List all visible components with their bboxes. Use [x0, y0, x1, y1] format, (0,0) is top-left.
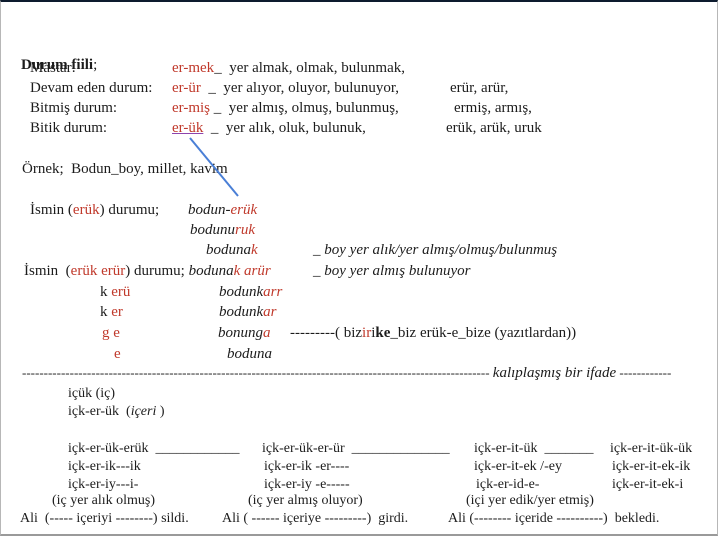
case1-word: bodun-erük [188, 202, 258, 218]
col3-line-4: Ali (-------- içeride ----------) bekled… [448, 511, 660, 526]
case2-form-3: bonunga [218, 325, 271, 341]
icuk-line-1: içük (iç) [68, 386, 116, 401]
case2-form-4: boduna [227, 346, 272, 362]
col2-head: içk-er-ük-er-ür ______________ [262, 441, 450, 456]
col3-line-3: (içi yer edik/yer etmiş) [466, 493, 594, 508]
col4-line-1: içk-er-it-ek-ik [612, 459, 691, 474]
case2-heading: İsmin (erük erür) durumu; bodunak arür [24, 263, 271, 279]
case2-left-4: e [114, 346, 121, 362]
bonunga-note: ---------( bizirike_biz erük-e_bize (yaz… [290, 325, 577, 341]
col1-line-3: (iç yer alık olmuş) [52, 493, 156, 508]
divider-line: ----------------------------------------… [22, 365, 672, 381]
case2-form-2: bodunkar [219, 304, 277, 320]
col1-line-4: Ali (----- içeriyi --------) sildi. [20, 511, 189, 526]
slide: Durum fiili; Mastar: er-mek_ yer almak, … [0, 0, 720, 540]
case1-form-2: bodunak [206, 242, 258, 258]
case2-left-3: g e [102, 325, 120, 341]
col4-head: içk-er-it-ük-ük [610, 441, 693, 456]
col4-line-2: içk-er-it-ek-i [612, 477, 684, 492]
case2-left-1: k erü [100, 284, 131, 300]
col1-head: içk-er-ük-erük ____________ [68, 441, 240, 456]
case1-note: _ boy yer alık/yer almış/olmuş/bulunmuş [313, 242, 558, 258]
case2-note: _ boy yer almış bulunuyor [313, 263, 471, 279]
col2-line-1: içk-er-ik -er---- [264, 459, 350, 474]
col3-line-1: içk-er-it-ek /-ey [474, 459, 562, 474]
col3-head: içk-er-it-ük _______ [474, 441, 594, 456]
icuk-line-2: içk-er-ük (içeri ) [68, 404, 165, 419]
col1-line-1: içk-er-ik---ik [68, 459, 141, 474]
case1-heading: İsmin (erük) durumu; [30, 202, 160, 218]
case2-form-1: bodunkarr [219, 284, 283, 300]
case1-form-1: bodunuruk [190, 222, 255, 238]
col2-line-4: Ali ( ------ içeriye ---------) girdi. [222, 511, 409, 526]
case2-left-2: k er [100, 304, 123, 320]
col2-line-3: (iç yer almış oluyor) [248, 493, 363, 508]
